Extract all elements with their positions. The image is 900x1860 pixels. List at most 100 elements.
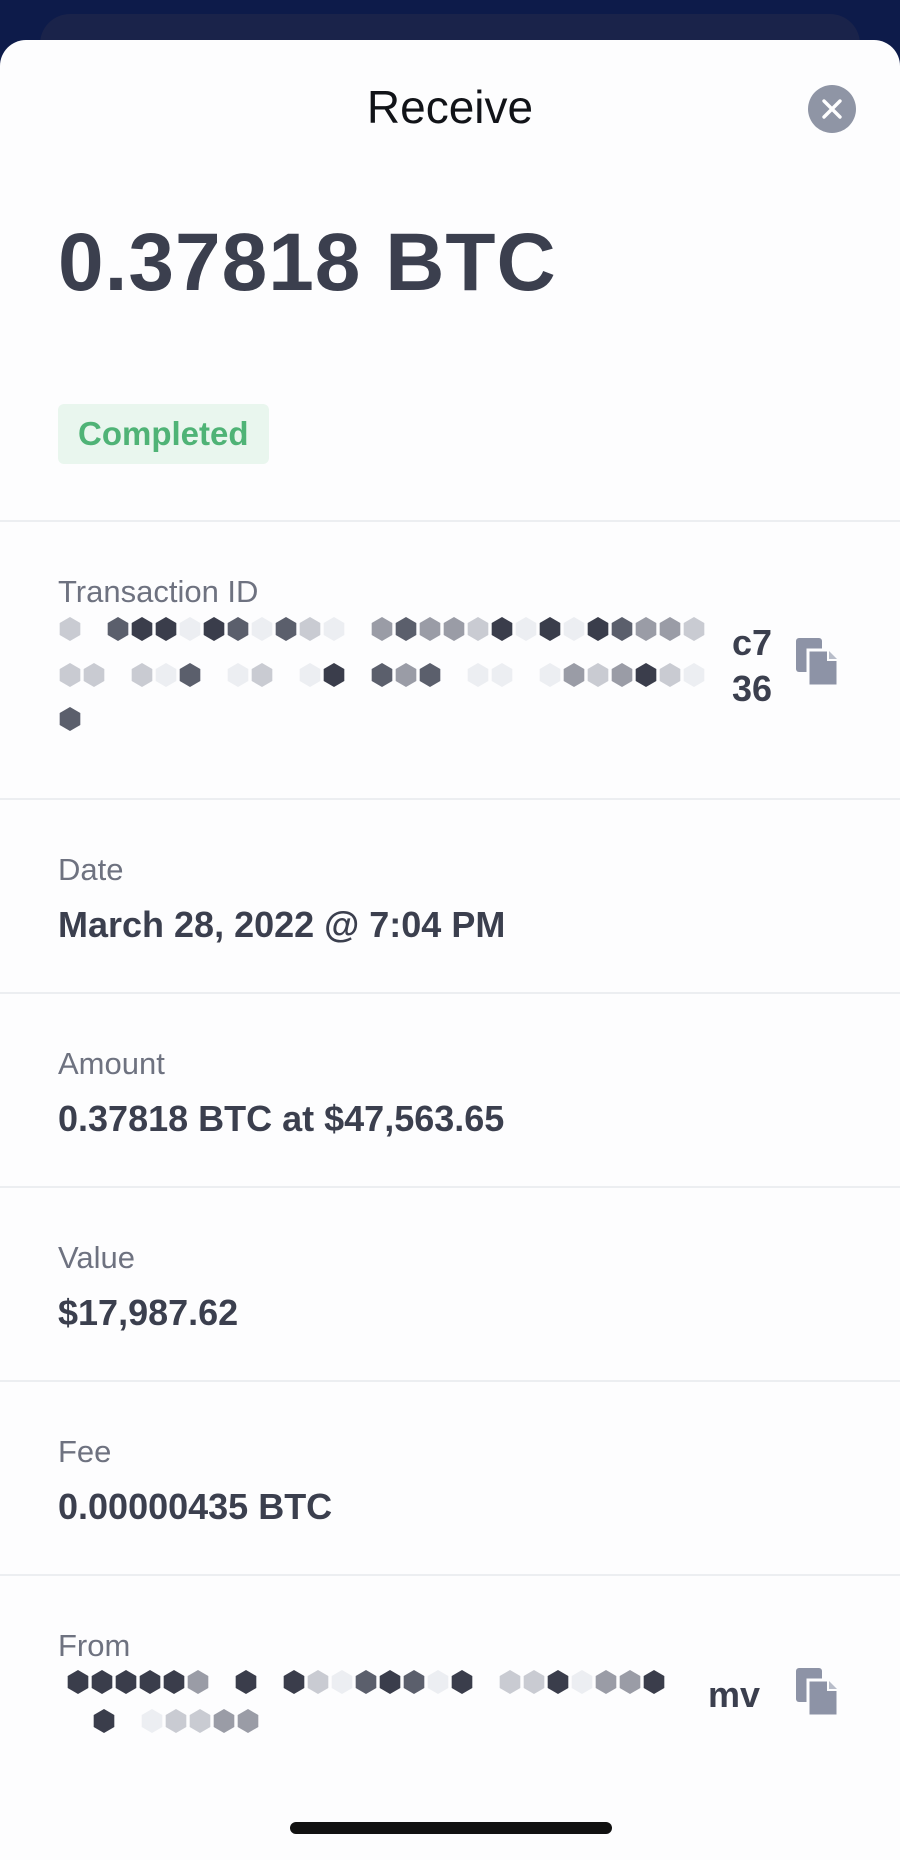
redaction-hex: [260, 1670, 281, 1694]
sheet-header: Receive: [0, 40, 900, 170]
redaction-hex: [467, 617, 489, 641]
redaction-hex: [331, 1670, 353, 1694]
divider: [0, 520, 900, 522]
redaction-hex: [179, 617, 201, 641]
redaction-hex: [141, 1709, 163, 1733]
redaction-hex: [189, 1709, 211, 1733]
redaction-hex: [204, 663, 225, 687]
value-value: $17,987.62: [58, 1292, 239, 1333]
redaction-hex: [323, 617, 345, 641]
page-title: Receive: [366, 81, 534, 133]
redaction-hex: [227, 663, 249, 687]
redaction-hex: [179, 663, 201, 687]
divider: [0, 1380, 900, 1382]
redaction-hex: [118, 1709, 139, 1733]
redaction-hex: [595, 1670, 617, 1694]
redaction-hex: [155, 663, 177, 687]
redaction-hex: [619, 1670, 641, 1694]
from-label: From: [58, 1628, 131, 1663]
from-tail-1: mv: [708, 1674, 761, 1715]
redaction-hex: [371, 663, 393, 687]
redaction-hex: [59, 707, 81, 731]
status-badge: Completed: [58, 404, 269, 464]
redaction-hex: [499, 1670, 521, 1694]
copy-icon[interactable]: [794, 636, 840, 688]
redaction-hex: [379, 1670, 401, 1694]
redaction-hex: [131, 663, 153, 687]
redaction-hex: [108, 663, 129, 687]
redaction-hex: [476, 1670, 497, 1694]
redaction-hex: [635, 617, 657, 641]
redaction-hex: [395, 617, 417, 641]
redaction-hex: [427, 1670, 449, 1694]
redaction-hex: [139, 1670, 161, 1694]
divider: [0, 992, 900, 994]
transaction-id-tail-2: 36: [732, 668, 773, 709]
redaction-hex: [307, 1670, 329, 1694]
redaction-hex: [276, 663, 297, 687]
redaction-hex: [659, 617, 681, 641]
redaction-hex: [523, 1670, 545, 1694]
redaction-hex: [683, 617, 705, 641]
redaction-hex: [516, 663, 537, 687]
divider: [0, 1574, 900, 1576]
redaction-hex: [227, 617, 249, 641]
fee-value: 0.00000435 BTC: [58, 1486, 333, 1527]
redaction-hex: [213, 1709, 235, 1733]
redaction-hex: [131, 617, 153, 641]
redaction-hex: [275, 617, 297, 641]
home-indicator: [290, 1822, 612, 1834]
redaction-hex: [444, 663, 465, 687]
redaction-hex: [611, 617, 633, 641]
transaction-id-redacted-line-3: [58, 702, 106, 736]
redaction-hex: [165, 1709, 187, 1733]
redaction-hex: [451, 1670, 473, 1694]
redaction-hex: [419, 617, 441, 641]
redaction-hex: [299, 617, 321, 641]
redaction-hex: [187, 1670, 209, 1694]
redaction-hex: [299, 663, 321, 687]
date-label: Date: [58, 852, 124, 887]
redaction-hex: [403, 1670, 425, 1694]
divider: [0, 798, 900, 800]
close-button[interactable]: [808, 85, 856, 133]
transaction-detail-sheet: Receive 0.37818 BTC Completed Transactio…: [0, 40, 900, 1860]
redaction-hex: [491, 617, 513, 641]
redaction-hex: [348, 663, 369, 687]
value-label: Value: [58, 1240, 135, 1275]
transaction-id-redacted-line-1: [58, 612, 706, 646]
divider: [0, 1186, 900, 1188]
redaction-hex: [587, 663, 609, 687]
redaction-hex: [611, 663, 633, 687]
redaction-hex: [91, 1670, 113, 1694]
redaction-hex: [212, 1670, 233, 1694]
redaction-hex: [571, 1670, 593, 1694]
redaction-hex: [491, 663, 513, 687]
redaction-hex: [115, 1670, 137, 1694]
redaction-hex: [67, 1670, 89, 1694]
transaction-amount: 0.37818 BTC: [58, 217, 557, 308]
redaction-hex: [643, 1670, 665, 1694]
redaction-hex: [251, 663, 273, 687]
redaction-hex: [237, 1709, 259, 1733]
redaction-hex: [323, 663, 345, 687]
redaction-hex: [539, 663, 561, 687]
redaction-hex: [84, 617, 105, 641]
redaction-hex: [155, 617, 177, 641]
redaction-hex: [59, 617, 81, 641]
redaction-hex: [467, 663, 489, 687]
close-icon: [822, 99, 842, 119]
redaction-hex: [395, 663, 417, 687]
copy-icon[interactable]: [794, 1666, 840, 1718]
transaction-id-label: Transaction ID: [58, 574, 259, 609]
redaction-hex: [355, 1670, 377, 1694]
redaction-hex: [443, 617, 465, 641]
redaction-hex: [563, 663, 585, 687]
from-redacted-line-1: [66, 1665, 666, 1699]
redaction-hex: [563, 617, 585, 641]
redaction-hex: [251, 617, 273, 641]
redaction-hex: [419, 663, 441, 687]
redaction-hex: [235, 1670, 257, 1694]
redaction-hex: [107, 617, 129, 641]
amount-value: 0.37818 BTC at $47,563.65: [58, 1098, 505, 1139]
